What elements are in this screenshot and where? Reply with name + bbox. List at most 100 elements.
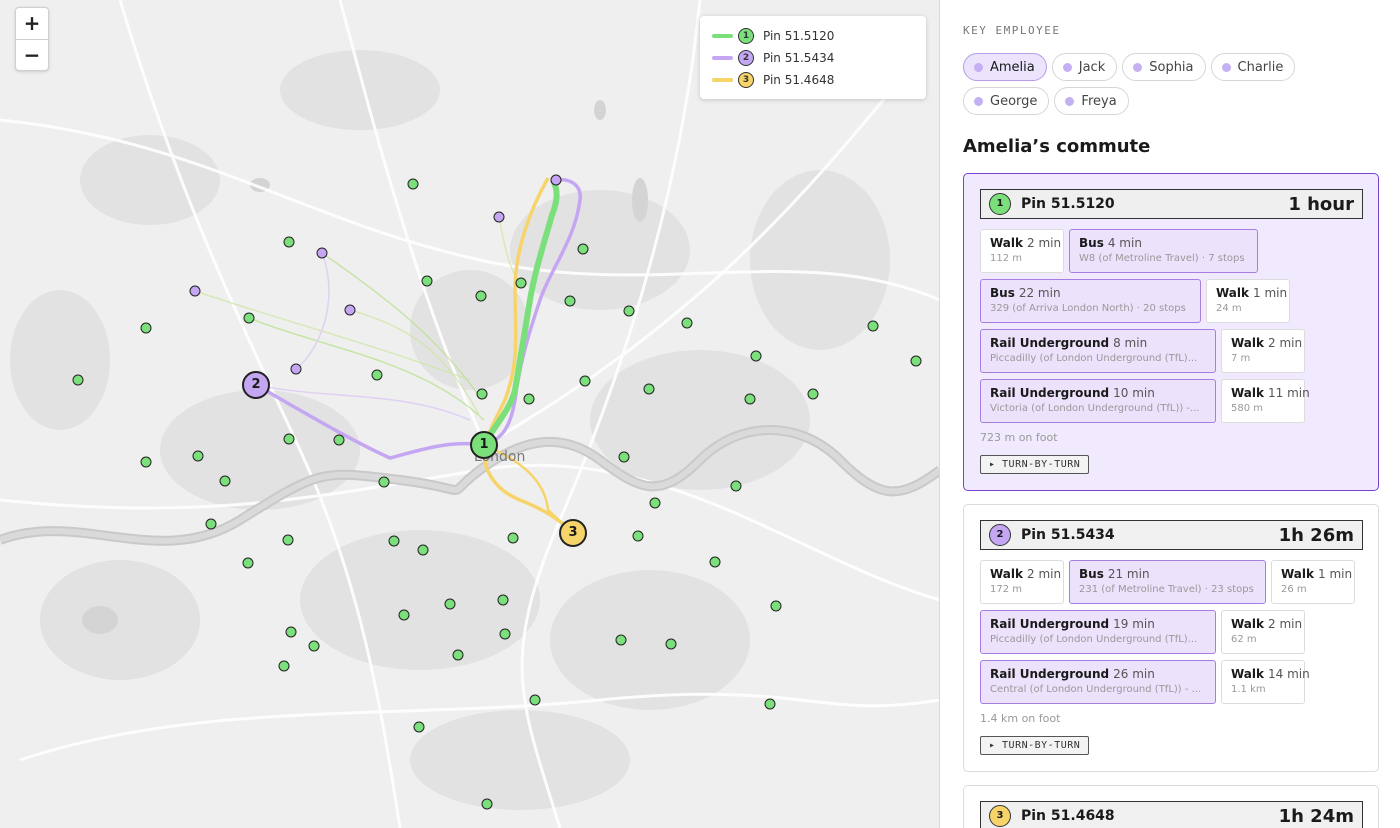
- route-pin-2[interactable]: 2: [242, 371, 270, 399]
- transit-leg[interactable]: Rail Underground 8 min Piccadilly (of Lond…: [980, 329, 1216, 373]
- employee-dot-icon: [1221, 62, 1231, 72]
- leg-detail: 112 m: [990, 253, 1023, 264]
- commute-card-1[interactable]: 1 Pin 51.5120 1 hour Walk 2 min 112 m Bus 4 min…: [963, 173, 1379, 491]
- employee-chip-george[interactable]: George: [963, 87, 1050, 115]
- leg-summary: Walk 1 min: [1216, 286, 1287, 300]
- leg-detail: 231 (of Metroline Travel) · 23 stops: [1079, 584, 1254, 595]
- leg-mode: Rail Underground: [990, 667, 1110, 681]
- leg-time: 2 min: [1027, 236, 1062, 250]
- leg-mode: Rail Underground: [990, 336, 1110, 350]
- walk-leg[interactable]: Walk 2 min 172 m: [980, 560, 1064, 604]
- card-header: 1 Pin 51.5120 1 hour: [980, 189, 1363, 219]
- route-pin-3-number: 3: [568, 525, 578, 540]
- transit-leg[interactable]: Bus 21 min 231 (of Metroline Travel) · 23 …: [1069, 560, 1266, 604]
- leg-detail: 24 m: [1216, 303, 1242, 314]
- leg-time: 10 min: [1113, 386, 1155, 400]
- walk-leg[interactable]: Walk 2 min 62 m: [1221, 610, 1305, 654]
- employee-dot-icon: [1062, 62, 1072, 72]
- leg-summary: Rail Underground 8 min: [990, 336, 1207, 350]
- employee-dot-icon: [974, 96, 983, 106]
- leg-detail: Piccadilly (of London Underground (TfL).…: [990, 353, 1198, 364]
- employee-name: Freya: [1081, 93, 1117, 109]
- employee-chip-amelia[interactable]: Amelia: [963, 53, 1047, 81]
- employee-chip-charlie[interactable]: Charlie: [1210, 53, 1296, 81]
- route-pin-2-number: 2: [251, 377, 261, 392]
- commute-title: Amelia’s commute: [963, 136, 1151, 157]
- transit-leg[interactable]: Rail Underground 19 min Piccadilly (of Lon…: [980, 610, 1216, 654]
- walk-leg[interactable]: Walk 11 min 580 m: [1221, 379, 1310, 423]
- transit-leg[interactable]: Rail Underground 10 min Victoria (of Londo…: [980, 379, 1216, 423]
- turn-by-turn-button[interactable]: ▸ TURN-BY-TURN: [980, 455, 1090, 474]
- transit-leg[interactable]: Bus 4 min W8 (of Metroline Travel) · 7 sto…: [1069, 229, 1258, 273]
- legend-line-swatch: [712, 78, 733, 82]
- leg-mode: Walk: [990, 567, 1023, 581]
- leg-summary: Rail Underground 19 min: [990, 617, 1207, 631]
- leg-row: Rail Underground 10 min Victoria (of Londo…: [980, 379, 1363, 423]
- leg-time: 14 min: [1268, 667, 1310, 681]
- leg-detail: 1.1 km: [1231, 684, 1266, 695]
- leg-row: Bus 22 min 329 (of Arriva London North) · …: [980, 279, 1363, 323]
- side-panel: KEY EMPLOYEE Amelia Jack Sophia Charlie Geor…: [941, 0, 1400, 828]
- employee-chip-jack[interactable]: Jack: [1051, 53, 1118, 81]
- leg-time: 22 min: [1018, 286, 1061, 300]
- leg-row: Walk 2 min 172 m Bus 21 min 231 (of Metroline…: [980, 560, 1363, 604]
- employee-name: Sophia: [1149, 59, 1194, 75]
- legend-badge: 1: [738, 28, 754, 44]
- leg-time: 4 min: [1107, 236, 1142, 250]
- leg-summary: Bus 21 min: [1079, 567, 1257, 581]
- leg-mode: Rail Underground: [990, 617, 1110, 631]
- leg-row: Rail Underground 19 min Piccadilly (of Lon…: [980, 610, 1363, 654]
- legend-badge: 3: [738, 72, 754, 88]
- leg-summary: Walk 14 min: [1231, 667, 1310, 681]
- leg-time: 2 min: [1027, 567, 1062, 581]
- leg-row: Walk 2 min 112 m Bus 4 min W8 (of Metroline T…: [980, 229, 1363, 273]
- zoom-in-button[interactable]: +: [16, 8, 48, 39]
- leg-detail: 329 (of Arriva London North) · 20 stops: [990, 303, 1186, 314]
- leg-mode: Walk: [1231, 336, 1264, 350]
- transit-leg[interactable]: Bus 22 min 329 (of Arriva London North) · …: [980, 279, 1201, 323]
- legend-item-1: 1 Pin 51.5120: [712, 25, 914, 47]
- trip-legs: Walk 2 min 172 m Bus 21 min 231 (of Metroline…: [980, 560, 1363, 704]
- route-pin-1[interactable]: 1: [470, 431, 498, 459]
- walk-leg[interactable]: Walk 1 min 24 m: [1206, 279, 1290, 323]
- map-view[interactable]: London 1 2 3 + − 1 Pin 51.5120 2 Pin 51.…: [0, 0, 940, 828]
- leg-row: Rail Underground 8 min Piccadilly (of Lond…: [980, 329, 1363, 373]
- employee-name: Charlie: [1237, 59, 1284, 75]
- employee-name: Jack: [1078, 59, 1106, 75]
- map-base-layer: [0, 0, 939, 828]
- leg-time: 11 min: [1268, 386, 1310, 400]
- walking-total: 723 m on foot: [980, 431, 1058, 444]
- employee-name: George: [990, 93, 1038, 109]
- commute-cards: 1 Pin 51.5120 1 hour Walk 2 min 112 m Bus 4 min…: [963, 173, 1379, 828]
- section-label: KEY EMPLOYEE: [963, 24, 1061, 37]
- commute-card-2[interactable]: 2 Pin 51.5434 1h 26m Walk 2 min 172 m Bus 21 mi…: [963, 504, 1379, 772]
- walk-leg[interactable]: Walk 1 min 26 m: [1271, 560, 1355, 604]
- leg-time: 2 min: [1268, 617, 1303, 631]
- pin-number-badge: 2: [989, 524, 1011, 546]
- commute-duration: 1h 26m: [1278, 524, 1354, 546]
- leg-summary: Walk 11 min: [1231, 386, 1310, 400]
- walk-leg[interactable]: Walk 2 min 112 m: [980, 229, 1064, 273]
- commute-card-3[interactable]: 3 Pin 51.4648 1h 24m: [963, 785, 1379, 828]
- pin-name: Pin 51.5120: [1021, 196, 1115, 212]
- leg-mode: Bus: [990, 286, 1015, 300]
- route-pin-3[interactable]: 3: [559, 519, 587, 547]
- pin-name: Pin 51.5434: [1021, 527, 1115, 543]
- leg-detail: 26 m: [1281, 584, 1307, 595]
- transit-leg[interactable]: Rail Underground 26 min Central (of London…: [980, 660, 1216, 704]
- leg-mode: Bus: [1079, 236, 1104, 250]
- leg-detail: 172 m: [990, 584, 1023, 595]
- leg-time: 19 min: [1113, 617, 1155, 631]
- employee-chip-sophia[interactable]: Sophia: [1122, 53, 1206, 81]
- walk-leg[interactable]: Walk 14 min 1.1 km: [1221, 660, 1310, 704]
- employee-chip-freya[interactable]: Freya: [1054, 87, 1129, 115]
- turn-by-turn-button[interactable]: ▸ TURN-BY-TURN: [980, 736, 1090, 755]
- leg-summary: Rail Underground 10 min: [990, 386, 1207, 400]
- walk-leg[interactable]: Walk 2 min 7 m: [1221, 329, 1305, 373]
- pin-number-badge: 3: [989, 805, 1011, 827]
- zoom-out-button[interactable]: −: [16, 39, 48, 70]
- leg-summary: Walk 2 min: [1231, 617, 1302, 631]
- leg-summary: Walk 1 min: [1281, 567, 1352, 581]
- trip-legs: Walk 2 min 112 m Bus 4 min W8 (of Metroline T…: [980, 229, 1363, 423]
- leg-mode: Walk: [1281, 567, 1314, 581]
